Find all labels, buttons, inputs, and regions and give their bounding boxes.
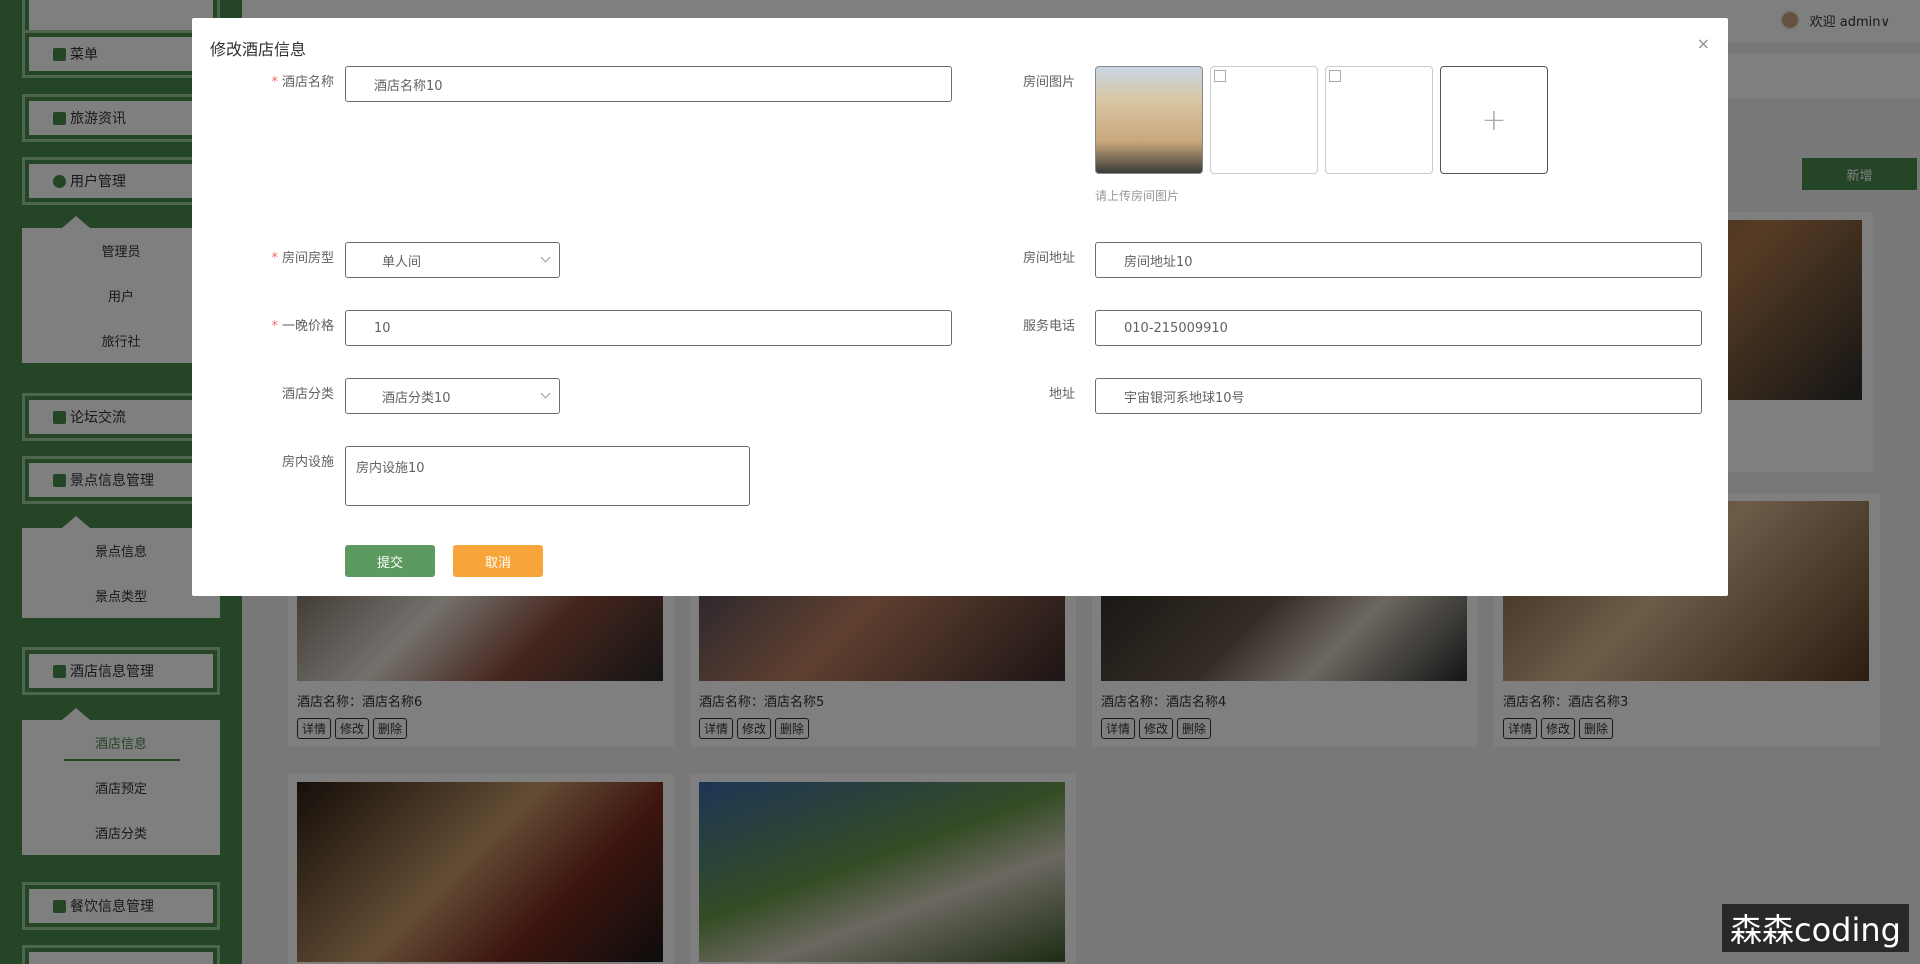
close-icon[interactable]: × bbox=[1697, 34, 1710, 53]
room-image-thumbnail[interactable] bbox=[1210, 66, 1318, 174]
upload-button[interactable]: + bbox=[1440, 66, 1548, 174]
facilities-label: 房内设施 bbox=[281, 455, 334, 470]
room-address-input[interactable]: 房间地址10 bbox=[1095, 242, 1702, 278]
room-type-select[interactable]: 单人间 bbox=[345, 242, 560, 278]
room-type-label: * 房间房型 bbox=[271, 251, 334, 266]
broken-image-icon bbox=[1329, 70, 1341, 82]
edit-hotel-dialog: 修改酒店信息 × * 酒店名称 酒店名称10 * 房间房型 单人间 * 一晚价格 10… bbox=[192, 18, 1728, 596]
room-images-label: 房间图片 bbox=[1022, 75, 1075, 90]
phone-label: 服务电话 bbox=[1022, 319, 1075, 334]
price-label: * 一晚价格 bbox=[271, 319, 334, 334]
submit-button[interactable]: 提交 bbox=[345, 545, 435, 577]
facilities-textarea[interactable]: 房内设施10 bbox=[345, 446, 750, 506]
room-image-thumbnail[interactable] bbox=[1325, 66, 1433, 174]
phone-input[interactable]: 010-215009910 bbox=[1095, 310, 1702, 346]
watermark: 森森coding bbox=[1722, 904, 1909, 952]
price-input[interactable]: 10 bbox=[345, 310, 952, 346]
upload-hint: 请上传房间图片 bbox=[1095, 189, 1180, 203]
room-address-label: 房间地址 bbox=[1022, 251, 1075, 266]
plus-icon: + bbox=[1481, 102, 1507, 138]
cancel-button[interactable]: 取消 bbox=[453, 545, 543, 577]
category-label: 酒店分类 bbox=[281, 387, 334, 402]
dialog-title: 修改酒店信息 bbox=[210, 40, 307, 59]
hotel-name-input[interactable]: 酒店名称10 bbox=[345, 66, 952, 102]
broken-image-icon bbox=[1214, 70, 1226, 82]
address-input[interactable]: 宇宙银河系地球10号 bbox=[1095, 378, 1702, 414]
hotel-name-label: * 酒店名称 bbox=[271, 75, 334, 90]
chevron-down-icon bbox=[540, 252, 551, 263]
room-image-thumbnail[interactable] bbox=[1095, 66, 1203, 174]
address-label: 地址 bbox=[1048, 387, 1075, 402]
category-select[interactable]: 酒店分类10 bbox=[345, 378, 560, 414]
chevron-down-icon bbox=[540, 388, 551, 399]
